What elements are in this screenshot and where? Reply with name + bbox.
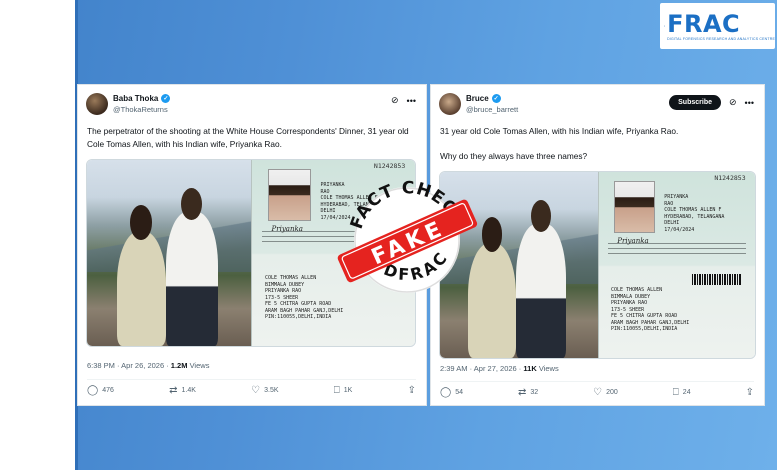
bookmark-button[interactable]: ⎕ 24 (672, 386, 691, 398)
bookmark-button[interactable]: ⎕ 1K (333, 384, 353, 396)
passport-image: N1242853 PRIYANKA RAO COLE THOMAS ALLEN … (251, 160, 415, 346)
grok-icon[interactable]: ⊘ (391, 95, 399, 106)
like-count: 200 (606, 389, 618, 396)
tweet-media[interactable]: N1242853 PRIYANKA RAO COLE THOMAS ALLEN … (86, 159, 416, 347)
dfrac-logo-icon (664, 25, 666, 27)
bookmark-count: 24 (682, 389, 691, 396)
man-figure (515, 200, 566, 358)
grok-icon[interactable]: ⊘ (729, 97, 737, 108)
reply-count: 476 (102, 387, 114, 394)
reply-count: 54 (455, 389, 463, 396)
repost-button[interactable]: ⇄ 1.4K (169, 384, 196, 396)
reply-button[interactable]: ◯ 54 (440, 386, 463, 398)
tweet-card-baba-thoka: Baba Thoka ✓ @ThokaReturns ⊘ ••• The per… (77, 84, 427, 406)
subscribe-button[interactable]: Subscribe (669, 95, 721, 110)
bookmark-count: 1K (343, 387, 353, 394)
tweet-text: The perpetrator of the shooting at the W… (87, 126, 409, 149)
timestamp-text: 6:38 PM · Apr 26, 2026 · (87, 361, 171, 370)
tweet-card-bruce: Bruce ✓ @bruce_barrett Subscribe ⊘ ••• 3… (430, 84, 765, 406)
tweet-timestamp[interactable]: 6:38 PM · Apr 26, 2026 · 1.2M Views (87, 361, 209, 370)
display-name-text: Baba Thoka (113, 94, 159, 103)
share-icon: ⇪ (407, 384, 416, 396)
passport-details: PRIYANKA RAO COLE THOMAS ALLEN F HYDERAB… (320, 182, 381, 221)
share-button[interactable]: ⇪ (745, 386, 754, 398)
display-name[interactable]: Baba Thoka ✓ (113, 94, 171, 103)
man-figure (165, 188, 219, 346)
passport-details: PRIYANKA RAO COLE THOMAS ALLEN F HYDERAB… (664, 194, 725, 233)
repost-icon: ⇄ (169, 384, 178, 396)
passport-mrz (607, 242, 746, 258)
like-button[interactable]: ♡ 200 (593, 386, 618, 398)
repost-icon: ⇄ (517, 386, 527, 398)
user-handle[interactable]: @ThokaReturns (113, 105, 168, 114)
more-options-icon[interactable]: ••• (407, 96, 416, 106)
user-handle[interactable]: @bruce_barrett (466, 105, 518, 114)
view-count: 11K (523, 364, 537, 373)
like-button[interactable]: ♡ 3.5K (251, 384, 279, 396)
tweet-actions: ◯ 476 ⇄ 1.4K ♡ 3.5K ⎕ 1K ⇪ (87, 379, 416, 396)
heart-icon: ♡ (251, 384, 261, 396)
left-frame-band (0, 0, 78, 470)
passport-number: N1242853 (714, 173, 746, 182)
passport-barcode (692, 274, 743, 286)
share-button[interactable]: ⇪ (407, 384, 416, 396)
bookmark-icon: ⎕ (333, 384, 340, 396)
passport-image: N1242853 PRIYANKA RAO COLE THOMAS ALLEN … (597, 172, 755, 358)
repost-count: 32 (530, 389, 539, 396)
logo-wordmark: FRAC (667, 10, 741, 38)
tweet-media[interactable]: N1242853 PRIYANKA RAO COLE THOMAS ALLEN … (439, 171, 756, 359)
logo-tagline: DIGITAL FORENSICS RESEARCH AND ANALYTICS… (667, 37, 775, 41)
passport-mrz (261, 230, 406, 246)
tweet-timestamp[interactable]: 2:39 AM · Apr 27, 2026 · 11K Views (440, 364, 559, 373)
view-count: 1.2M (170, 361, 188, 370)
avatar[interactable] (86, 93, 108, 115)
tweet-actions: ◯ 54 ⇄ 32 ♡ 200 ⎕ 24 ⇪ (440, 381, 754, 398)
passport-photo (268, 169, 311, 222)
views-label: Views (187, 361, 210, 370)
reply-button[interactable]: ◯ 476 (87, 384, 114, 396)
like-count: 3.5K (264, 387, 279, 394)
display-name[interactable]: Bruce ✓ (466, 94, 501, 103)
couple-photo (440, 172, 598, 358)
repost-count: 1.4K (181, 387, 196, 394)
woman-figure (116, 205, 166, 346)
passport-photo (614, 181, 655, 234)
avatar[interactable] (439, 93, 461, 115)
couple-photo (87, 160, 251, 346)
passport-number: N1242853 (373, 161, 406, 170)
reply-icon: ◯ (440, 386, 452, 398)
bookmark-icon: ⎕ (672, 386, 679, 398)
more-options-icon[interactable]: ••• (745, 98, 754, 108)
display-name-text: Bruce (466, 94, 489, 103)
repost-button[interactable]: ⇄ 32 (517, 386, 539, 398)
tweet-text-line2: Why do they always have three names? (440, 151, 588, 161)
dfrac-logo: FRAC DIGITAL FORENSICS RESEARCH AND ANAL… (660, 3, 775, 49)
tweet-text-line1: 31 year old Cole Tomas Allen, with his I… (440, 126, 679, 136)
passport-back-details: COLE THOMAS ALLEN BIMMALA DUBEY PRIYANKA… (265, 275, 344, 321)
share-icon: ⇪ (745, 386, 754, 398)
verified-badge-icon: ✓ (161, 94, 171, 103)
reply-icon: ◯ (87, 384, 99, 396)
views-label: Views (536, 364, 559, 373)
tweet-header: Baba Thoka ✓ @ThokaReturns ⊘ ••• (86, 93, 418, 121)
passport-back-details: COLE THOMAS ALLEN BIMMALA DUBEY PRIYANKA… (611, 287, 690, 333)
tweet-header: Bruce ✓ @bruce_barrett Subscribe ⊘ ••• (439, 93, 756, 121)
woman-figure (468, 217, 516, 358)
heart-icon: ♡ (593, 386, 603, 398)
timestamp-text: 2:39 AM · Apr 27, 2026 · (440, 364, 524, 373)
verified-badge-icon: ✓ (491, 94, 501, 103)
